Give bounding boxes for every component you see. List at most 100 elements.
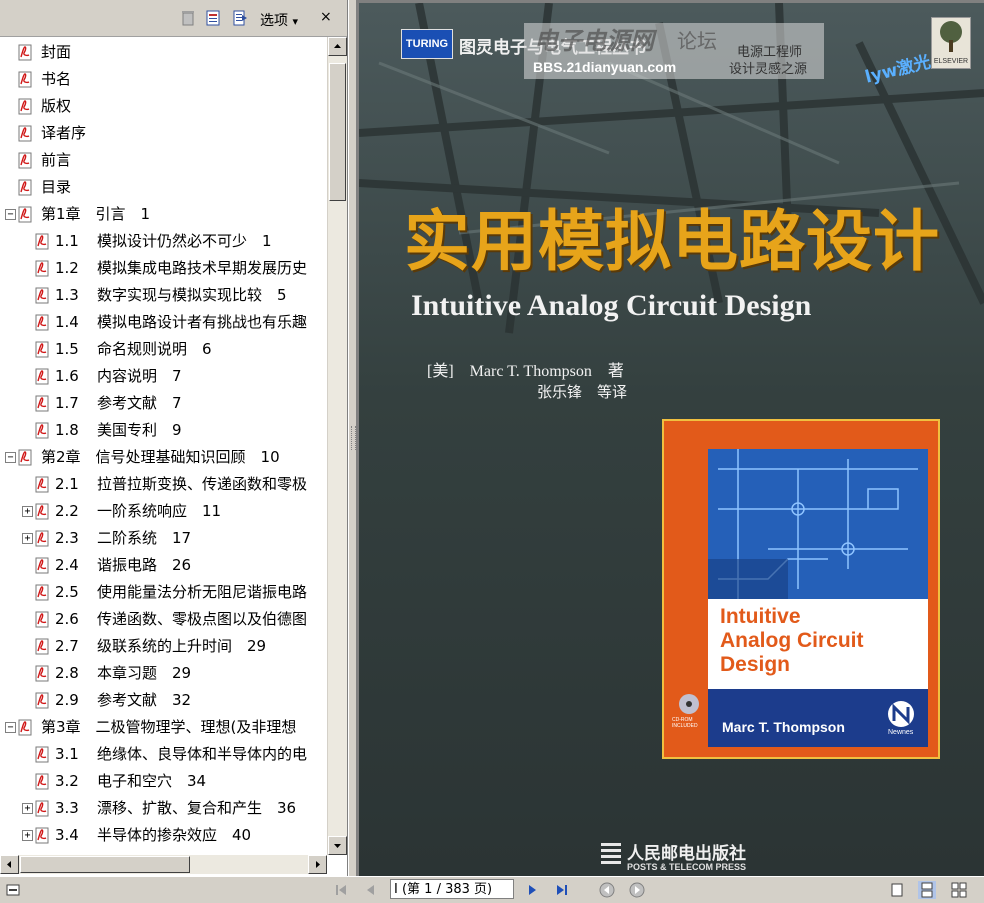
bookmark-label: 半导体的掺杂效应 40 xyxy=(97,826,252,844)
original-cover-image: Intuitive Analog Circuit Design Marc T. … xyxy=(662,419,940,759)
bookmark-number: 2.1 xyxy=(55,475,79,493)
page-viewer[interactable]: TURING 图灵电子与电气工程丛书 电子电源网 论坛 BBS.21dianyu… xyxy=(356,0,984,876)
bookmark-item[interactable]: +3.4 半导体的掺杂效应 40 xyxy=(0,822,327,849)
bookmark-label: 美国专利 9 xyxy=(97,421,182,439)
inner-title-1: Intuitive xyxy=(720,605,801,628)
bookmark-item[interactable]: 2.1 拉普拉斯变换、传递函数和零极 xyxy=(0,471,327,498)
pdf-page-icon xyxy=(35,421,49,439)
first-page-icon[interactable] xyxy=(332,881,350,899)
bookmark-item[interactable]: 1.4 模拟电路设计者有挑战也有乐趣 xyxy=(0,309,327,336)
chevron-down-icon: ▾ xyxy=(292,15,298,28)
bookmark-item[interactable]: 1.8 美国专利 9 xyxy=(0,417,327,444)
collapse-icon[interactable]: − xyxy=(5,452,16,463)
pdf-page-icon xyxy=(35,772,49,790)
bookmark-item[interactable]: − 第2章 信号处理基础知识回顾 10 xyxy=(0,444,327,471)
bookmark-item[interactable]: − 第1章 引言 1 xyxy=(0,201,327,228)
last-page-icon[interactable] xyxy=(553,881,571,899)
bookmark-label: 一阶系统响应 11 xyxy=(97,502,222,520)
bookmark-number: 3.2 xyxy=(55,772,79,790)
bookmarks-vertical-scrollbar[interactable] xyxy=(327,37,347,855)
bookmark-item[interactable]: 1.5 命名规则说明 6 xyxy=(0,336,327,363)
inner-title-3: Design xyxy=(720,653,791,676)
pdf-page-icon xyxy=(35,610,49,628)
bookmark-number: 2.2 xyxy=(55,502,79,520)
bookmark-item[interactable]: 1.7 参考文献 7 xyxy=(0,390,327,417)
pdf-page-icon xyxy=(35,799,49,817)
previous-page-icon[interactable] xyxy=(362,881,380,899)
pdf-page-icon xyxy=(35,232,49,250)
scroll-left-button[interactable] xyxy=(0,855,19,874)
bookmark-number: 1.7 xyxy=(55,394,79,412)
bookmark-item[interactable]: 译者序 xyxy=(0,120,327,147)
bookmark-item[interactable]: +3.3 漂移、扩散、复合和产生 36 xyxy=(0,795,327,822)
collapse-icon[interactable]: − xyxy=(5,722,16,733)
bookmark-label: 封面 xyxy=(41,43,72,61)
bookmark-item[interactable]: 书名 xyxy=(0,66,327,93)
expand-icon[interactable]: + xyxy=(22,803,33,814)
expand-icon[interactable]: + xyxy=(22,533,33,544)
delete-bookmark-icon[interactable] xyxy=(181,10,195,26)
pdf-page-icon xyxy=(35,691,49,709)
bookmark-item[interactable]: 版权 xyxy=(0,93,327,120)
bookmark-label: 第1章 引言 1 xyxy=(41,205,151,223)
next-page-icon[interactable] xyxy=(523,881,541,899)
bookmark-number: 2.6 xyxy=(55,610,79,628)
page-number-input[interactable]: I (第 1 / 383 页) xyxy=(390,879,514,899)
bookmark-number: 1.8 xyxy=(55,421,79,439)
newnes-logo-icon xyxy=(888,701,914,727)
go-back-icon[interactable] xyxy=(598,881,616,899)
expand-icon[interactable]: + xyxy=(22,830,33,841)
bookmark-item[interactable]: 封面 xyxy=(0,39,327,66)
collapse-icon[interactable]: − xyxy=(5,209,16,220)
page-options-icon[interactable] xyxy=(4,881,22,899)
horizontal-scroll-thumb[interactable] xyxy=(20,856,190,873)
bookmark-item[interactable]: 2.4 谐振电路 26 xyxy=(0,552,327,579)
bookmark-item[interactable]: 2.7 级联系统的上升时间 29 xyxy=(0,633,327,660)
bookmark-item[interactable]: 前言 xyxy=(0,147,327,174)
options-menu-button[interactable]: 选项 ▾ xyxy=(260,10,298,30)
publisher-logo-icon xyxy=(601,843,621,864)
bookmark-label: 参考文献 7 xyxy=(97,394,182,412)
bookmark-label: 使用能量法分析无阻尼谐振电路 xyxy=(97,583,308,601)
scroll-right-button[interactable] xyxy=(308,855,327,874)
bookmark-item[interactable]: 1.2 模拟集成电路技术早期发展历史 xyxy=(0,255,327,282)
bookmark-number: 2.5 xyxy=(55,583,79,601)
pdf-page-icon xyxy=(18,97,32,115)
bookmark-item[interactable]: 1.1 模拟设计仍然必不可少 1 xyxy=(0,228,327,255)
bookmark-item[interactable]: 1.6 内容说明 7 xyxy=(0,363,327,390)
bookmark-label: 级联系统的上升时间 29 xyxy=(97,637,267,655)
bookmark-item[interactable]: 2.6 传递函数、零极点图以及伯德图 xyxy=(0,606,327,633)
bookmark-item[interactable]: 3.1 绝缘体、良导体和半导体内的电 xyxy=(0,741,327,768)
expand-icon[interactable]: + xyxy=(22,506,33,517)
pdf-page-icon xyxy=(18,151,32,169)
bookmark-item[interactable]: 目录 xyxy=(0,174,327,201)
bookmark-item[interactable]: 3.2 电子和空穴 34 xyxy=(0,768,327,795)
bookmark-properties-icon[interactable] xyxy=(206,10,220,26)
continuous-view-icon[interactable] xyxy=(918,881,936,899)
publisher-english: POSTS & TELECOM PRESS xyxy=(627,862,747,872)
pdf-page-icon xyxy=(35,826,49,844)
bookmark-item[interactable]: 2.5 使用能量法分析无阻尼谐振电路 xyxy=(0,579,327,606)
bookmark-item[interactable]: − 第3章 二极管物理学、理想(及非理想 xyxy=(0,714,327,741)
expand-bookmark-icon[interactable] xyxy=(233,10,247,26)
bookmark-item[interactable]: 2.9 参考文献 32 xyxy=(0,687,327,714)
bookmark-item[interactable]: +2.3 二阶系统 17 xyxy=(0,525,327,552)
elsevier-logo: ELSEVIER xyxy=(931,17,971,69)
bookmark-item[interactable]: 1.3 数字实现与模拟实现比较 5 xyxy=(0,282,327,309)
go-forward-icon[interactable] xyxy=(628,881,646,899)
inner-title-2: Analog Circuit xyxy=(720,629,864,652)
bookmark-item[interactable]: +2.2 一阶系统响应 11 xyxy=(0,498,327,525)
scroll-up-button[interactable] xyxy=(328,37,347,56)
close-panel-button[interactable]: × xyxy=(320,9,332,25)
inner-cd-label: CD-ROM INCLUDED xyxy=(672,717,698,729)
bookmarks-horizontal-scrollbar[interactable] xyxy=(0,855,327,874)
facing-pages-view-icon[interactable] xyxy=(950,881,968,899)
pdf-page-icon xyxy=(35,340,49,358)
scroll-down-button[interactable] xyxy=(328,836,347,855)
pdf-page-icon xyxy=(35,502,49,520)
vertical-scroll-thumb[interactable] xyxy=(329,63,346,201)
single-page-view-icon[interactable] xyxy=(888,881,906,899)
bookmark-item[interactable]: 2.8 本章习题 29 xyxy=(0,660,327,687)
arrow-down-icon xyxy=(334,844,341,848)
bookmark-number: 3.1 xyxy=(55,745,79,763)
